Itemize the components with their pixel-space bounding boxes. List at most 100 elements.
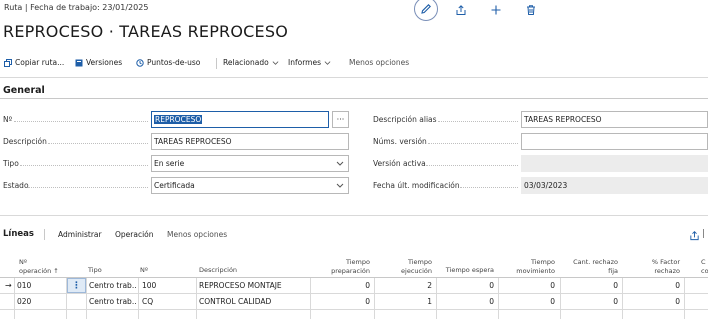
row-menu-button[interactable]: ⋮ bbox=[67, 278, 86, 293]
leader-dots bbox=[460, 187, 518, 188]
desc-cell[interactable]: CONTROL CALIDAD bbox=[199, 297, 271, 306]
leader-dots bbox=[28, 187, 148, 188]
section-title: General bbox=[3, 85, 45, 96]
move-cell[interactable]: 0 bbox=[505, 297, 555, 306]
grid-line bbox=[310, 278, 311, 319]
col-no-header[interactable]: Nº bbox=[140, 266, 148, 275]
chevron-down-icon bbox=[336, 161, 344, 166]
versions-action[interactable]: Versiones bbox=[75, 58, 122, 67]
copy-route-action[interactable]: Copiar ruta... bbox=[4, 58, 64, 67]
chevron-down-icon bbox=[336, 183, 344, 188]
type-cell[interactable]: Centro trab... bbox=[89, 297, 137, 306]
share-button[interactable] bbox=[450, 0, 472, 20]
factor-cell[interactable]: 0 bbox=[630, 297, 680, 306]
grid-line bbox=[374, 278, 375, 319]
alias-field[interactable]: TAREAS REPROCESO bbox=[521, 111, 708, 128]
pencil-icon bbox=[421, 4, 431, 14]
no-cell[interactable]: 100 bbox=[142, 281, 156, 290]
col-factor-header[interactable]: % Factor rechazo bbox=[630, 258, 680, 276]
page-title: REPROCESO · TAREAS REPROCESO bbox=[3, 22, 288, 41]
col-move-header[interactable]: Tiempo movimiento bbox=[505, 258, 555, 276]
versions-no-label: Núms. versión bbox=[373, 137, 427, 146]
breadcrumb: Ruta | Fecha de trabajo: 23/01/2025 bbox=[4, 3, 149, 12]
versions-no-field[interactable] bbox=[521, 133, 708, 150]
col-extra-header[interactable]: Cco bbox=[701, 258, 708, 276]
factor-cell[interactable]: 0 bbox=[630, 281, 680, 290]
versions-label: Versiones bbox=[86, 58, 123, 67]
desc-cell[interactable]: REPROCESO MONTAJE bbox=[199, 281, 282, 290]
move-cell[interactable]: 0 bbox=[505, 281, 555, 290]
action-bar: Copiar ruta... Versiones Puntos-de-uso R… bbox=[0, 55, 708, 72]
wait-cell[interactable]: 0 bbox=[444, 281, 494, 290]
scrap-cell[interactable]: 0 bbox=[568, 281, 618, 290]
no-cell[interactable]: CQ bbox=[142, 297, 153, 306]
active-version-field bbox=[521, 155, 708, 172]
more-lines-icon[interactable] bbox=[703, 229, 705, 238]
grid-line bbox=[66, 278, 67, 319]
lines-title[interactable]: Líneas bbox=[3, 229, 34, 239]
row-divider bbox=[0, 293, 708, 294]
related-menu[interactable]: Relacionado bbox=[223, 58, 279, 67]
related-label: Relacionado bbox=[223, 58, 269, 67]
reports-label: Informes bbox=[288, 58, 321, 67]
trash-icon bbox=[527, 5, 535, 15]
run-cell[interactable]: 2 bbox=[382, 281, 432, 290]
grid-line bbox=[436, 278, 437, 319]
leader-dots bbox=[48, 143, 148, 144]
alias-label: Descripción alias bbox=[373, 115, 437, 124]
col-desc-header[interactable]: Descripción bbox=[199, 266, 237, 275]
description-field[interactable]: TAREAS REPROCESO bbox=[151, 133, 349, 150]
current-row-arrow-icon: → bbox=[5, 281, 12, 290]
setup-cell[interactable]: 0 bbox=[320, 297, 370, 306]
leader-dots bbox=[14, 121, 148, 122]
fewer-options-button[interactable]: Menos opciones bbox=[167, 230, 227, 239]
col-op-no-header[interactable]: Nº operación ↑ bbox=[19, 258, 59, 276]
points-of-use-label: Puntos-de-uso bbox=[147, 58, 201, 67]
grid-line bbox=[560, 278, 561, 319]
op-no-cell[interactable]: 010 bbox=[17, 281, 31, 290]
edit-button[interactable] bbox=[414, 0, 438, 21]
scrap-cell[interactable]: 0 bbox=[568, 297, 618, 306]
col-run-header[interactable]: Tiempo ejecución bbox=[382, 258, 432, 276]
leader-dots bbox=[426, 165, 518, 166]
new-button[interactable] bbox=[485, 0, 507, 20]
versions-icon bbox=[75, 59, 83, 66]
leader-dots bbox=[20, 165, 148, 166]
grid-line bbox=[498, 278, 499, 319]
state-select[interactable]: Certificada bbox=[151, 177, 349, 194]
wait-cell[interactable]: 0 bbox=[444, 297, 494, 306]
grid-line bbox=[196, 278, 197, 319]
share-icon bbox=[456, 5, 466, 15]
type-select[interactable]: En serie bbox=[151, 155, 349, 172]
no-field[interactable]: REPROCESO bbox=[151, 111, 329, 128]
divider bbox=[0, 77, 708, 78]
setup-cell[interactable]: 0 bbox=[320, 281, 370, 290]
row-divider bbox=[0, 309, 708, 310]
fewer-options-button[interactable]: Menos opciones bbox=[349, 58, 409, 67]
type-value: En serie bbox=[154, 159, 185, 168]
manage-tab[interactable]: Administrar bbox=[58, 230, 102, 239]
run-cell[interactable]: 1 bbox=[382, 297, 432, 306]
table-header-divider bbox=[0, 277, 708, 278]
reports-menu[interactable]: Informes bbox=[288, 58, 331, 67]
col-type-header[interactable]: Tipo bbox=[88, 266, 102, 275]
state-label: Estado bbox=[3, 181, 29, 190]
description-label: Descripción bbox=[3, 137, 47, 146]
no-lookup-button[interactable]: ··· bbox=[332, 111, 349, 128]
type-cell[interactable]: Centro trab... bbox=[89, 281, 137, 290]
delete-button[interactable] bbox=[520, 0, 542, 20]
leader-dots bbox=[428, 143, 518, 144]
copy-route-label: Copiar ruta... bbox=[15, 58, 65, 67]
op-no-cell[interactable]: 020 bbox=[17, 297, 31, 306]
last-modified-field: 03/03/2023 bbox=[521, 177, 708, 194]
share-lines-button[interactable] bbox=[683, 225, 705, 245]
col-scrap-header[interactable]: Cant. rechazo fija bbox=[560, 258, 618, 276]
section-divider bbox=[0, 98, 708, 99]
operation-tab[interactable]: Operación bbox=[115, 230, 154, 239]
grid-line bbox=[86, 278, 87, 319]
col-setup-header[interactable]: Tiempo preparación bbox=[320, 258, 370, 276]
col-wait-header[interactable]: Tiempo espera bbox=[437, 266, 494, 275]
active-version-label: Versión activa bbox=[373, 159, 426, 168]
points-of-use-action[interactable]: Puntos-de-uso bbox=[136, 58, 200, 67]
points-icon bbox=[136, 58, 144, 67]
